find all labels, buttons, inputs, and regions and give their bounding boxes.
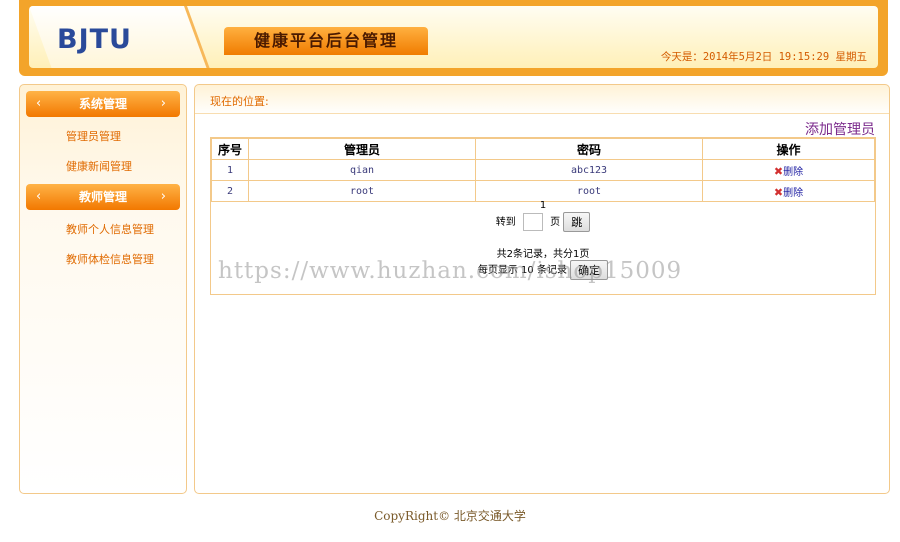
main-panel: 现在的位置: 添加管理员 序号 管理员 密码 操作 1 qian abc123 … (194, 84, 890, 494)
sidebar: ‹ 系统管理 › 管理员管理 健康新闻管理 ‹ 教师管理 › 教师个人信息管理 … (19, 84, 187, 494)
divider (195, 113, 889, 114)
row-password: abc123 (475, 159, 703, 181)
page-label: 页 (550, 217, 561, 228)
column-header-index: 序号 (211, 138, 249, 160)
add-admin-link[interactable]: 添加管理员 (805, 119, 875, 139)
footer-copyright: CopyRight© 北京交通大学 (374, 509, 526, 523)
sidebar-section-label: 系统管理 (78, 97, 127, 111)
row-action: ✖删除 (702, 180, 875, 202)
app-title: 健康平台后台管理 (253, 31, 398, 50)
column-header-action: 操作 (702, 138, 875, 160)
jump-button[interactable]: 跳 (563, 212, 591, 232)
table-header-row: 序号 管理员 密码 操作 (211, 138, 875, 160)
sidebar-section-teacher[interactable]: ‹ 教师管理 › (26, 184, 180, 210)
chevron-right-icon: › (160, 96, 166, 111)
row-password: root (475, 180, 703, 202)
table-row: 1 qian abc123 ✖删除 (211, 159, 875, 181)
delete-label: 删除 (783, 166, 804, 178)
breadcrumb: 现在的位置: (210, 95, 269, 108)
delete-link[interactable]: ✖删除 (773, 164, 804, 178)
goto-page-row: 转到 页 跳 (211, 212, 875, 232)
admin-table: 序号 管理员 密码 操作 1 qian abc123 ✖删除 2 root ro… (211, 138, 875, 202)
goto-page-input[interactable] (522, 213, 543, 231)
delete-icon: ✖ (773, 185, 784, 199)
sidebar-item-admin-management[interactable]: 管理员管理 (66, 128, 121, 144)
row-index: 2 (211, 180, 249, 202)
row-action: ✖删除 (702, 159, 875, 181)
row-admin: root (248, 180, 476, 202)
delete-link[interactable]: ✖删除 (773, 185, 804, 199)
column-header-password: 密码 (475, 138, 703, 160)
row-index: 1 (211, 159, 249, 181)
chevron-left-icon: ‹ (36, 189, 42, 204)
table-row: 2 root root ✖删除 (211, 180, 875, 202)
delete-icon: ✖ (773, 164, 784, 178)
row-admin: qian (248, 159, 476, 181)
sidebar-section-label: 教师管理 (78, 190, 127, 204)
app-title-tab: 健康平台后台管理 (224, 27, 428, 55)
sidebar-item-teacher-info[interactable]: 教师个人信息管理 (66, 221, 154, 237)
chevron-right-icon: › (160, 189, 166, 204)
delete-label: 删除 (783, 187, 804, 199)
sidebar-section-system[interactable]: ‹ 系统管理 › (26, 91, 180, 117)
chevron-left-icon: ‹ (36, 96, 42, 111)
current-date: 今天是：2014年5月2日 19:15:29 星期五 (660, 51, 867, 63)
header-panel: BJTU 健康平台后台管理 今天是：2014年5月2日 19:15:29 星期五 (29, 6, 878, 68)
watermark: https://www.huzhan.com/ishop15009 (218, 258, 683, 284)
goto-label: 转到 (495, 217, 516, 228)
header-bar: BJTU 健康平台后台管理 今天是：2014年5月2日 19:15:29 星期五 (19, 0, 888, 76)
current-page-number: 1 (539, 200, 547, 211)
column-header-admin: 管理员 (248, 138, 476, 160)
sidebar-item-teacher-checkup[interactable]: 教师体检信息管理 (66, 251, 154, 267)
sidebar-item-health-news[interactable]: 健康新闻管理 (66, 158, 132, 174)
logo: BJTU (57, 24, 132, 55)
